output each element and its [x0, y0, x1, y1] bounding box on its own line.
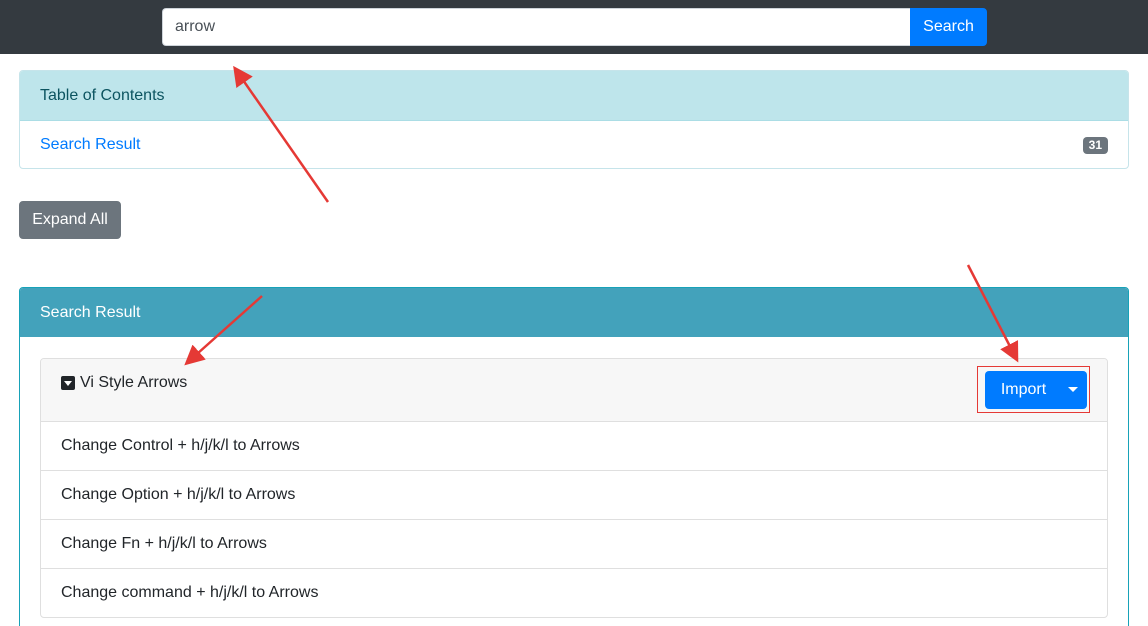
chevron-down-icon [1068, 387, 1078, 392]
toc-link-search-result[interactable]: Search Result [40, 136, 141, 154]
expand-all-button[interactable]: Expand All [19, 201, 121, 239]
table-of-contents-card: Table of Contents Search Result 31 [19, 70, 1129, 169]
list-item: Change Control + h/j/k/l to Arrows [41, 422, 1107, 471]
list-item: Change command + h/j/k/l to Arrows [41, 569, 1107, 617]
search-input[interactable] [162, 8, 910, 46]
import-button-group: Import [985, 371, 1087, 409]
list-item: Change Fn + h/j/k/l to Arrows [41, 520, 1107, 569]
search-button[interactable]: Search [910, 8, 987, 46]
search-result-card: Search Result Vi Style Arrows Import Cha… [19, 287, 1129, 626]
top-navbar: Search [0, 0, 1148, 54]
caret-down-icon[interactable] [61, 376, 75, 390]
result-count-badge: 31 [1082, 136, 1108, 154]
rule-group: Vi Style Arrows Import Change Control + … [40, 358, 1108, 618]
toc-header: Table of Contents [20, 71, 1128, 121]
list-item: Change Option + h/j/k/l to Arrows [41, 471, 1107, 520]
rule-group-toggle[interactable]: Vi Style Arrows [61, 374, 187, 392]
toc-item: Search Result 31 [20, 121, 1128, 168]
search-form: Search [162, 8, 987, 46]
rule-group-title: Vi Style Arrows [80, 374, 188, 391]
rule-group-header: Vi Style Arrows Import [41, 359, 1107, 422]
import-button[interactable]: Import [985, 371, 1058, 409]
search-result-header: Search Result [20, 288, 1128, 337]
import-dropdown-toggle[interactable] [1058, 371, 1087, 409]
